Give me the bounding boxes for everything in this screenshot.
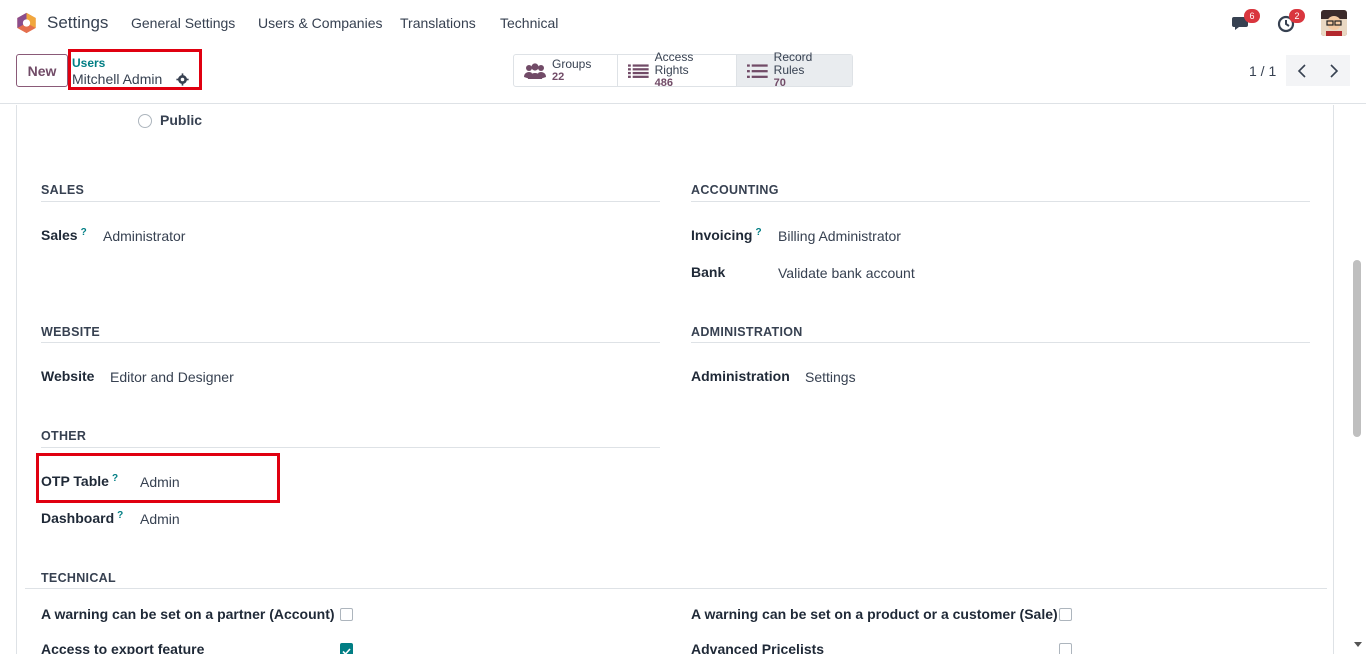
breadcrumb-current: Mitchell Admin [72, 71, 163, 87]
section-title-technical: TECHNICAL [41, 571, 116, 585]
form-sheet: Public SALES Sales? Administrator ACCOUN… [0, 105, 1366, 654]
menu-translations[interactable]: Translations [400, 15, 476, 31]
activities-badge: 2 [1289, 9, 1305, 23]
list-icon [747, 63, 768, 78]
record-rules-count: 70 [773, 77, 786, 89]
section-divider [691, 342, 1310, 343]
groups-smart-button[interactable]: Groups 22 [514, 55, 618, 86]
app-name[interactable]: Settings [47, 13, 108, 33]
help-icon[interactable]: ? [755, 227, 761, 238]
top-navbar: Settings General Settings Users & Compan… [0, 0, 1366, 46]
groups-label: Groups [552, 56, 592, 71]
section-title-administration: ADMINISTRATION [691, 325, 803, 339]
field-label-invoicing: Invoicing? [691, 227, 762, 243]
field-label-otp-table: OTP Table? [41, 473, 119, 489]
section-title-website: WEBSITE [41, 325, 101, 339]
app-logo-icon[interactable] [16, 12, 37, 34]
user-type-radio-public[interactable] [138, 114, 152, 128]
field-value-sales[interactable]: Administrator [103, 228, 185, 244]
control-panel: New Users Mitchell Admin Groups 22 Acces… [0, 46, 1366, 104]
help-icon[interactable]: ? [81, 227, 87, 238]
export-access-checkbox[interactable] [340, 643, 353, 654]
advanced-pricelists-checkbox[interactable] [1059, 643, 1072, 654]
section-divider [41, 201, 660, 202]
field-label-website: Website [41, 368, 95, 384]
menu-general-settings[interactable]: General Settings [131, 15, 235, 31]
activities-button[interactable]: 2 [1276, 9, 1305, 34]
field-value-otp-table[interactable]: Admin [140, 474, 180, 490]
messages-badge: 6 [1244, 9, 1260, 23]
pager-value[interactable]: 1 / 1 [1249, 63, 1276, 79]
users-icon [524, 62, 546, 79]
field-label-partner-warning: A warning can be set on a partner (Accou… [41, 606, 335, 622]
user-avatar[interactable] [1321, 10, 1347, 36]
access-rights-count: 486 [654, 77, 673, 89]
field-value-invoicing[interactable]: Billing Administrator [778, 228, 901, 244]
pager-previous-button[interactable] [1286, 55, 1318, 86]
product-warning-checkbox[interactable] [1059, 608, 1072, 621]
access-rights-smart-button[interactable]: Access Rights 486 [618, 51, 737, 89]
section-divider [25, 588, 1327, 589]
field-label-sales: Sales? [41, 227, 87, 243]
check-icon [342, 648, 351, 654]
scroll-down-arrow[interactable] [1354, 642, 1362, 647]
list-icon [628, 63, 649, 78]
record-rules-label: Record Rules [773, 50, 813, 77]
field-value-dashboard[interactable]: Admin [140, 511, 180, 527]
partner-warning-checkbox[interactable] [340, 608, 353, 621]
field-label-export-access: Access to export feature [41, 641, 205, 654]
new-button[interactable]: New [16, 54, 68, 87]
help-icon[interactable]: ? [112, 473, 118, 484]
access-rights-label: Access Rights [654, 50, 694, 77]
messages-button[interactable]: 6 [1231, 9, 1260, 34]
field-label-administration: Administration [691, 368, 790, 384]
field-value-bank[interactable]: Validate bank account [778, 265, 915, 281]
breadcrumb-highlight: Users Mitchell Admin [68, 49, 202, 90]
user-type-radio-label: Public [160, 112, 203, 128]
field-label-product-warning: A warning can be set on a product or a c… [691, 606, 1058, 622]
avatar-icon [1321, 10, 1347, 36]
menu-technical[interactable]: Technical [500, 15, 558, 31]
field-value-administration[interactable]: Settings [805, 369, 856, 385]
sheet-border [16, 105, 17, 654]
scrollbar-thumb[interactable] [1353, 260, 1361, 437]
gear-icon[interactable] [176, 73, 189, 86]
section-divider [691, 201, 1310, 202]
sheet-border [1333, 105, 1334, 654]
section-title-accounting: ACCOUNTING [691, 183, 779, 197]
menu-users-companies[interactable]: Users & Companies [258, 15, 383, 31]
field-label-advanced-pricelists: Advanced Pricelists [691, 641, 825, 654]
field-label-bank: Bank [691, 264, 726, 280]
section-divider [41, 447, 660, 448]
pager-next-button[interactable] [1318, 55, 1350, 86]
section-divider [41, 342, 660, 343]
smart-buttons: Groups 22 Access Rights 486 Record Rules… [513, 51, 853, 89]
record-rules-smart-button[interactable]: Record Rules 70 [737, 51, 852, 89]
breadcrumb-users-link[interactable]: Users [72, 56, 105, 70]
section-title-sales: SALES [41, 183, 85, 197]
chevron-right-icon [1330, 63, 1339, 78]
chevron-left-icon [1297, 63, 1306, 78]
field-value-website[interactable]: Editor and Designer [110, 369, 234, 385]
groups-count: 22 [552, 70, 565, 83]
help-icon[interactable]: ? [117, 510, 123, 521]
field-label-dashboard: Dashboard? [41, 510, 124, 526]
section-title-other: OTHER [41, 429, 87, 443]
